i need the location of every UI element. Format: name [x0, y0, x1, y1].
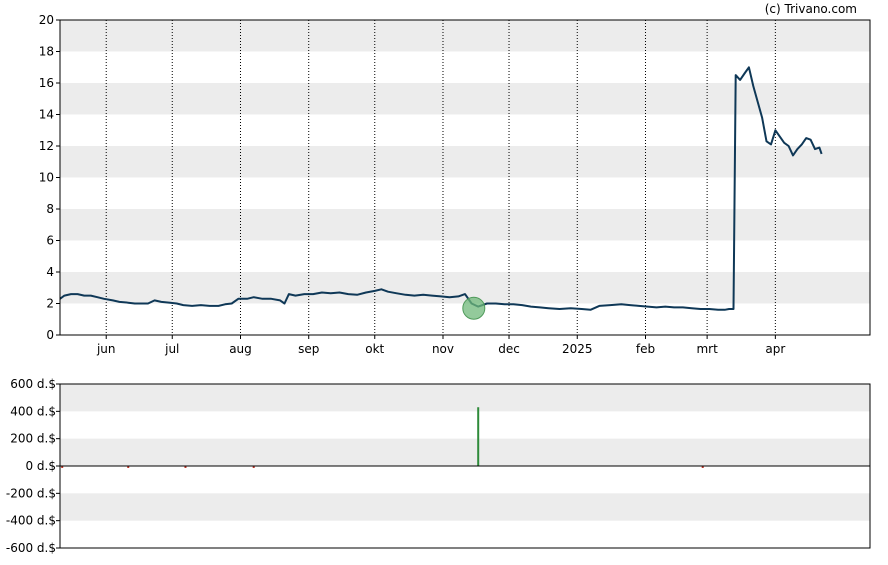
y-tick-label: 12	[39, 139, 54, 153]
x-tick-label: dec	[498, 342, 520, 356]
y-tick-label: 10	[39, 171, 54, 185]
y-tick-label: 14	[39, 108, 54, 122]
price-chart-x-ticks: jun jul aug sep okt nov dec 2025 feb mrt apr	[96, 335, 785, 356]
x-tick-label: feb	[636, 342, 655, 356]
y-tick-label: 16	[39, 76, 54, 90]
event-marker	[462, 296, 486, 320]
x-tick-label: aug	[229, 342, 252, 356]
x-tick-label: 2025	[562, 342, 593, 356]
transaction-chart-y-ticks: 600 d.$ 400 d.$ 200 d.$ 0 d.$ -200 d.$ -400 d…	[6, 377, 60, 555]
price-chart-y-ticks: 0 2 4 6 8 10 12 14 16 18 20	[39, 13, 60, 342]
transaction-chart: 600 d.$ 400 d.$ 200 d.$ 0 d.$ -200 d.$ -400 d…	[6, 377, 871, 555]
y-tick-label: 0	[46, 328, 54, 342]
y-tick-label: 600 d.$	[10, 377, 56, 391]
x-tick-label: sep	[298, 342, 319, 356]
price-band	[60, 146, 870, 178]
x-tick-label: mrt	[696, 342, 718, 356]
y-tick-label: 400 d.$	[10, 404, 56, 418]
x-tick-label: apr	[765, 342, 785, 356]
transaction-band	[60, 493, 870, 521]
y-tick-label: 4	[46, 265, 54, 279]
transaction-chart-bands	[60, 384, 870, 521]
price-chart: 0 2 4 6 8 10 12 14 16 18 20 jun jul aug sep okt nov dec 2…	[39, 13, 871, 356]
y-tick-label: 0 d.$	[25, 459, 56, 473]
price-band	[60, 83, 870, 115]
price-band	[60, 209, 870, 241]
price-chart-markers	[462, 296, 486, 320]
chart-canvas: 0 2 4 6 8 10 12 14 16 18 20 jun jul aug sep okt nov dec 2…	[6, 2, 871, 555]
y-tick-label: 18	[39, 45, 54, 59]
price-band	[60, 20, 870, 52]
y-tick-label: 200 d.$	[10, 432, 56, 446]
y-tick-label: 6	[46, 234, 54, 248]
x-tick-label: jun	[96, 342, 116, 356]
transaction-band	[60, 438, 870, 466]
y-tick-label: 2	[46, 297, 54, 311]
copyright-label: (c) Trivano.com	[765, 2, 857, 16]
y-tick-label: -200 d.$	[6, 486, 56, 500]
price-chart-bands	[60, 20, 870, 304]
y-tick-label: -600 d.$	[6, 541, 56, 555]
y-tick-label: -400 d.$	[6, 514, 56, 528]
x-tick-label: jul	[164, 342, 179, 356]
transaction-bar	[477, 407, 480, 466]
y-tick-label: 8	[46, 202, 54, 216]
y-tick-label: 20	[39, 13, 54, 27]
x-tick-label: nov	[432, 342, 454, 356]
x-tick-label: okt	[365, 342, 384, 356]
transaction-band	[60, 384, 870, 412]
price-band	[60, 272, 870, 304]
